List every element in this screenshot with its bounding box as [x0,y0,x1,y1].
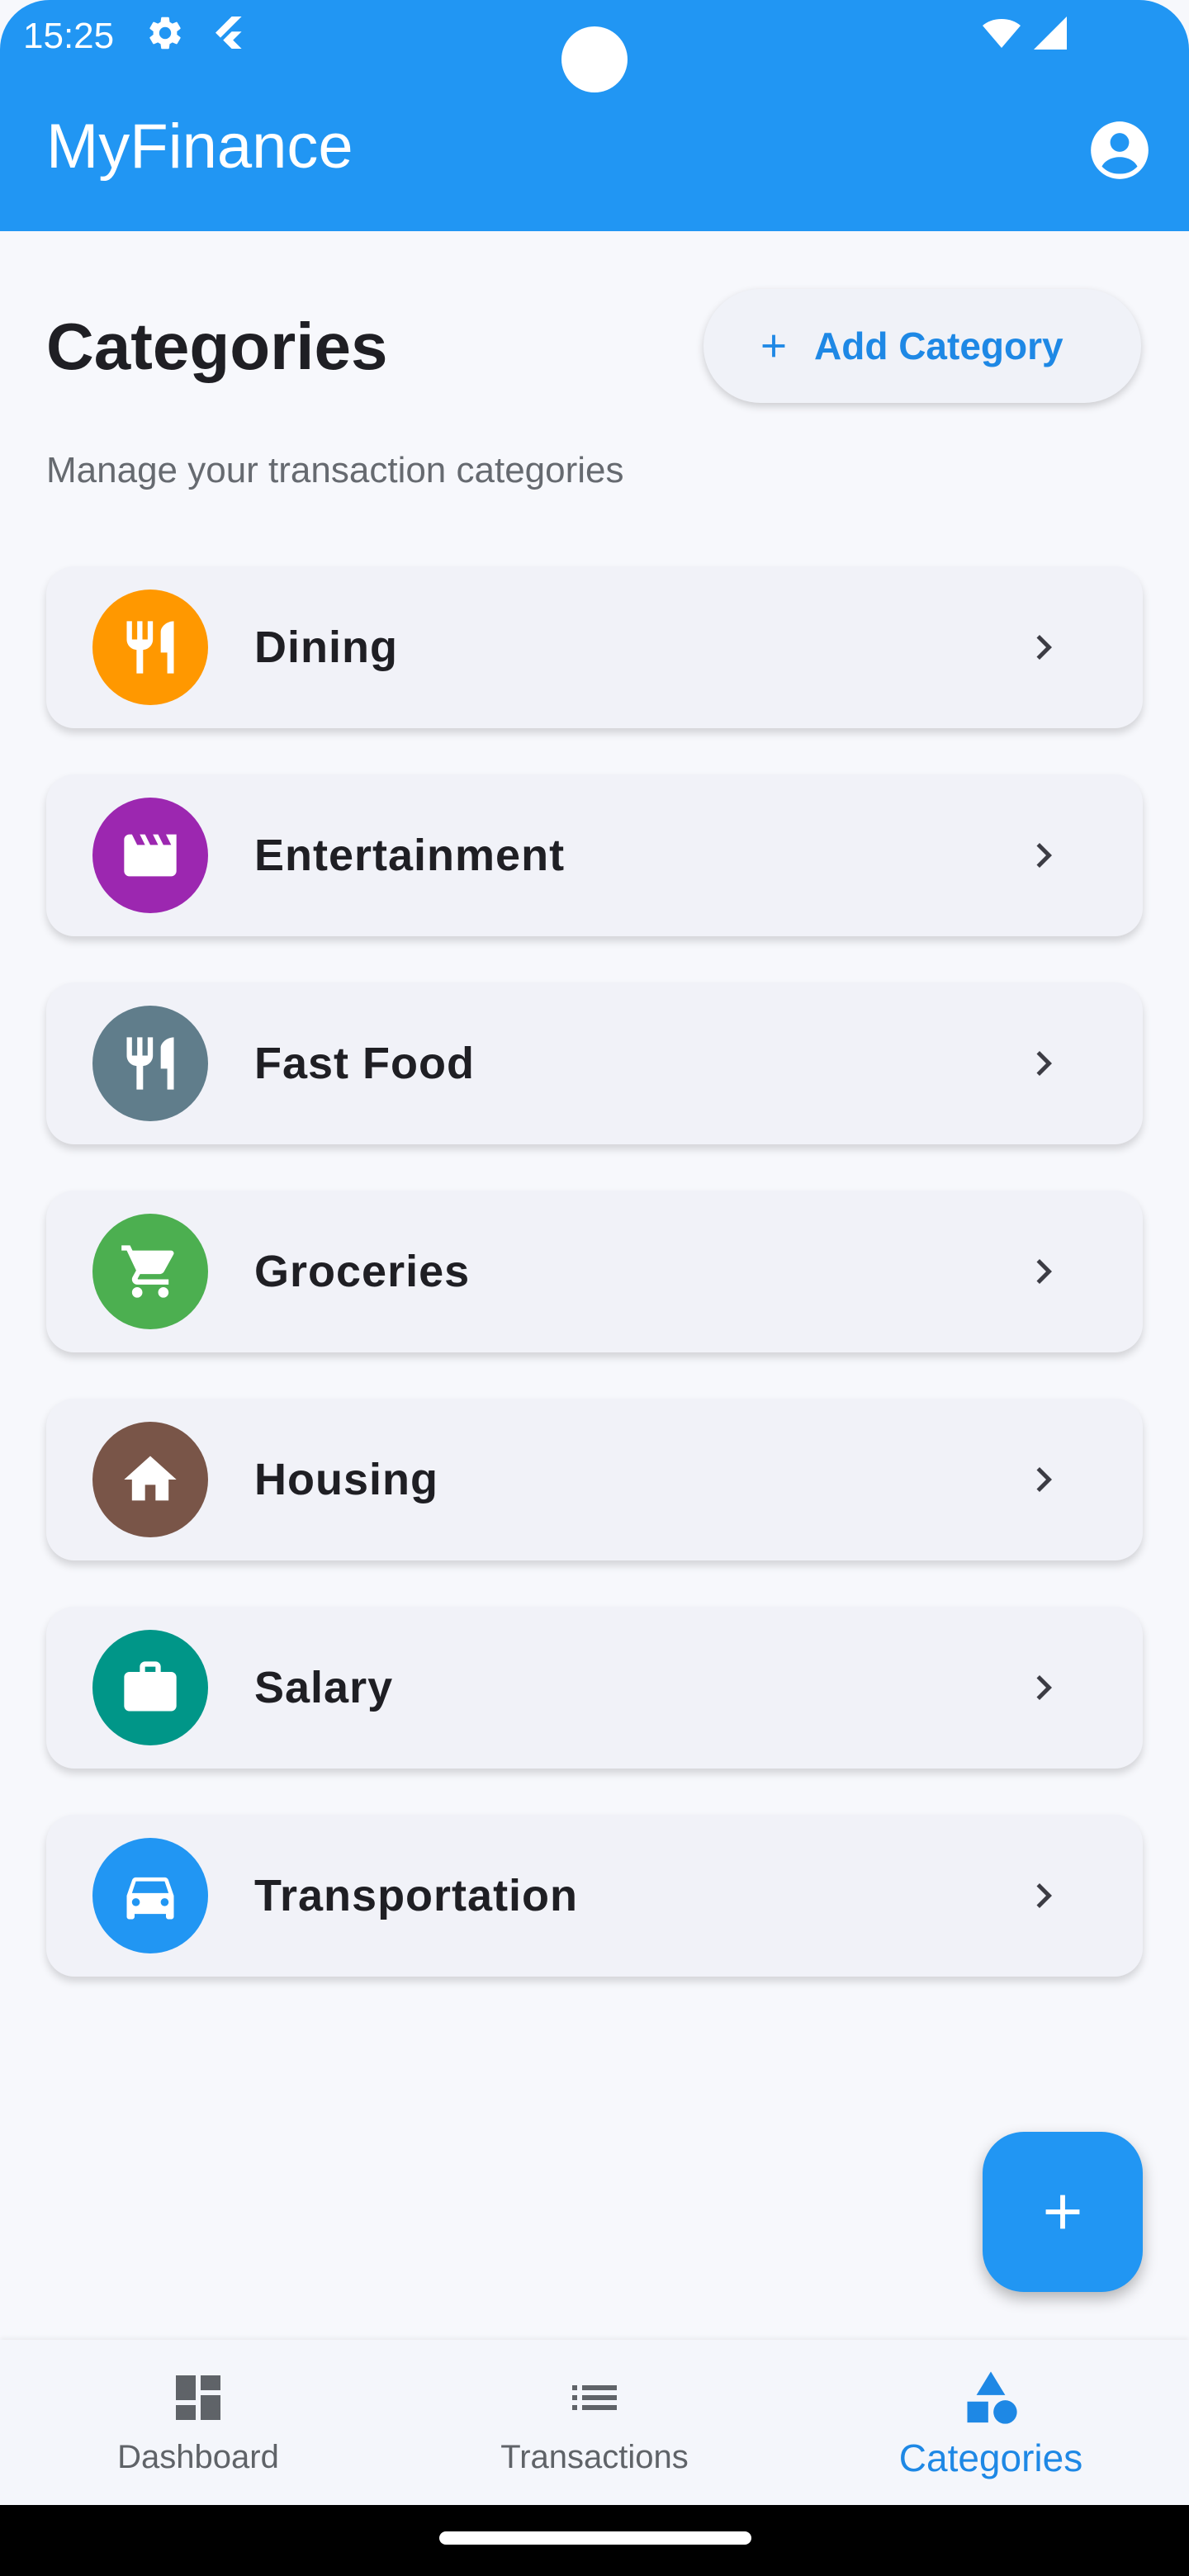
wifi-icon [983,19,1021,48]
nav-label: Categories [898,2436,1083,2479]
chevron-right-icon [1036,1051,1052,1076]
app-title: MyFinance [46,111,353,182]
nav-item-dashboard[interactable]: Dashboard [0,2340,396,2505]
add-fab[interactable] [983,2132,1143,2292]
system-navigation-bar [0,2505,1189,2576]
home-icon [124,1456,177,1501]
category-label: Transportation [254,1871,579,1920]
category-avatar [92,798,208,913]
category-label: Fast Food [254,1039,475,1088]
movie-icon [124,834,177,877]
category-avatar [92,1630,208,1745]
add-category-label: Add Category [814,324,1063,367]
app-bar: 15:25 MyFinance [0,0,1189,231]
car-icon [126,1877,174,1920]
category-item-salary[interactable]: Salary [46,1607,1143,1769]
category-item-housing[interactable]: Housing [46,1399,1143,1560]
category-label: Dining [254,623,398,672]
chevron-right-icon [1036,843,1052,868]
work-icon [124,1661,177,1712]
restaurant-icon [126,621,174,674]
category-avatar [92,590,208,705]
restaurant-icon [126,1037,174,1090]
category-label: Housing [254,1455,438,1504]
home-gesture-handle[interactable] [439,2531,751,2545]
category-avatar [92,1006,208,1121]
chevron-right-icon [1036,1259,1052,1284]
chevron-right-icon [1036,1675,1052,1700]
category-item-dining[interactable]: Dining [46,566,1143,728]
chevron-right-icon [1036,635,1052,660]
category-avatar [92,1422,208,1537]
category-list: Dining Entertainment Fast Food Groceries… [46,566,1143,2023]
bottom-navigation: Dashboard Transactions Categories [0,2340,1189,2505]
category-icon [967,2371,1017,2424]
add-icon [1045,2195,1080,2229]
category-item-groceries[interactable]: Groceries [46,1191,1143,1352]
nav-label: Transactions [500,2439,689,2475]
category-label: Entertainment [254,831,566,880]
front-camera [561,26,628,92]
category-label: Groceries [254,1247,471,1296]
dashboard-icon [176,2375,220,2420]
chevron-right-icon [1036,1883,1052,1908]
flutter-icon [216,17,242,49]
account-circle-icon[interactable] [1088,119,1151,182]
page-title: Categories [46,310,388,383]
settings-icon [149,17,181,50]
list-icon [572,2385,617,2410]
signal-icon [1034,17,1067,50]
chevron-right-icon [1036,1467,1052,1492]
shopping-cart-icon [121,1245,174,1298]
category-item-fast-food[interactable]: Fast Food [46,983,1143,1144]
nav-item-categories[interactable]: Categories [793,2340,1189,2505]
page-subtitle: Manage your transaction categories [46,450,624,490]
category-item-transportation[interactable]: Transportation [46,1815,1143,1977]
status-time: 15:25 [23,16,115,56]
category-avatar [92,1838,208,1953]
nav-item-transactions[interactable]: Transactions [396,2340,793,2505]
nav-label: Dashboard [117,2439,279,2475]
category-avatar [92,1214,208,1329]
add-icon [762,334,785,358]
category-item-entertainment[interactable]: Entertainment [46,774,1143,936]
category-label: Salary [254,1663,394,1712]
add-category-button[interactable]: Add Category [703,289,1141,403]
